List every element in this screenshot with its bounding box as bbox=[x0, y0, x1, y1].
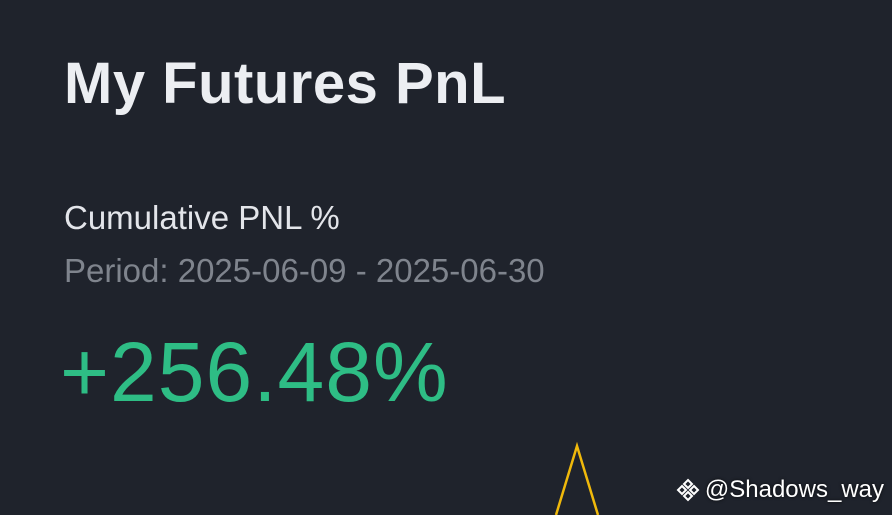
pnl-chart-line bbox=[554, 441, 600, 515]
page-title: My Futures PnL bbox=[64, 51, 507, 116]
watermark-handle: @Shadows_way bbox=[704, 476, 884, 503]
period-range: Period: 2025-06-09 - 2025-06-30 bbox=[64, 252, 545, 289]
watermark: @Shadows_way bbox=[675, 476, 884, 504]
pnl-chart bbox=[554, 441, 600, 515]
pnl-percentage-value: +256.48% bbox=[60, 325, 449, 419]
binance-diamond-icon bbox=[675, 477, 701, 503]
cumulative-pnl-label: Cumulative PNL % bbox=[64, 199, 340, 236]
